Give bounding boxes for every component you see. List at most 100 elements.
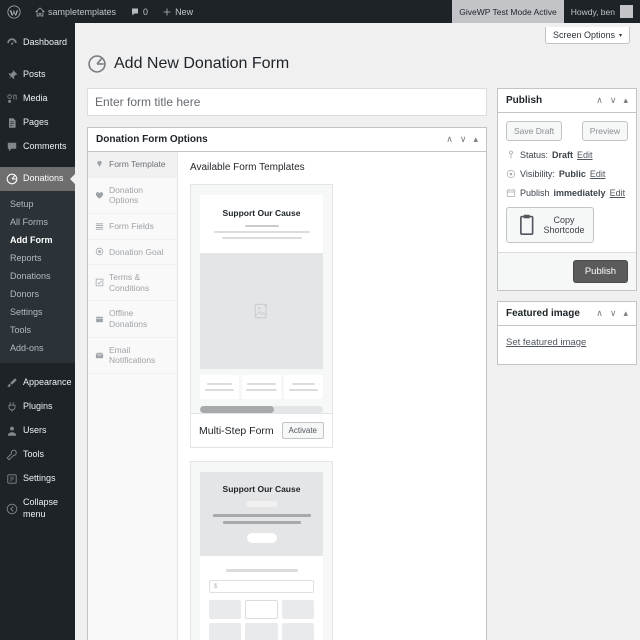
form-title-input[interactable] [87, 88, 487, 116]
featured-image-box: Featured image ∧ ∨ ▴ Set featured image [497, 300, 637, 365]
edit-publish-date-link[interactable]: Edit [610, 188, 626, 198]
test-mode-badge[interactable]: GiveWP Test Mode Active [452, 0, 564, 23]
preview-image-placeholder [200, 253, 323, 369]
tab-email-notifications[interactable]: Email Notifications [88, 338, 177, 374]
tab-donation-goal[interactable]: Donation Goal [88, 240, 177, 266]
preview-bar [244, 225, 279, 227]
tab-terms-conditions[interactable]: Terms & Conditions [88, 265, 177, 302]
submenu-item-tools[interactable]: Tools [0, 321, 75, 339]
sidebar-item-donations[interactable]: Donations [0, 167, 75, 191]
preview-progress-fill [200, 406, 274, 413]
page-header: Add New Donation Form [87, 48, 630, 88]
publish-box-body: Save Draft Preview Status: Draft Edit Vi… [498, 113, 636, 252]
move-down-icon[interactable]: ∨ [610, 308, 617, 318]
status-label: Status: [520, 150, 549, 160]
screen-options-label: Screen Options [552, 30, 615, 40]
sidebar-label: Comments [23, 141, 67, 152]
move-up-icon[interactable]: ∧ [596, 96, 603, 105]
wp-logo-menu[interactable] [0, 0, 28, 23]
toggle-panel-icon[interactable]: ▴ [623, 96, 628, 105]
dashboard-icon [7, 38, 17, 45]
form-options-tabs: Form Template Donation Options Form Fiel… [88, 152, 178, 640]
submenu-item-add-ons[interactable]: Add-ons [0, 339, 75, 357]
preview-bar [207, 383, 232, 385]
sidebar-item-media[interactable]: Media [0, 87, 75, 111]
template-card-multi-step[interactable]: Support Our Cause Multi-Step Form Activa… [190, 184, 333, 448]
sidebar-item-tools[interactable]: Tools [0, 443, 75, 467]
sidebar-label: Donations [23, 173, 64, 184]
form-templates-panel: Available Form Templates Support Our Cau… [178, 152, 486, 640]
set-featured-image-link[interactable]: Set featured image [506, 337, 586, 348]
submenu-item-settings[interactable]: Settings [0, 303, 75, 321]
sidebar-item-settings[interactable]: Settings [0, 467, 75, 491]
sidebar-item-dashboard[interactable]: Dashboard [0, 31, 75, 55]
move-down-icon[interactable]: ∨ [460, 135, 467, 144]
move-up-icon[interactable]: ∧ [446, 135, 453, 144]
template-card-classic[interactable]: Support Our Cause $ [190, 461, 333, 640]
publish-button[interactable]: Publish [572, 259, 628, 283]
featured-image-body: Set featured image [498, 326, 636, 364]
save-draft-button[interactable]: Save Draft [506, 121, 563, 141]
move-down-icon[interactable]: ∨ [610, 96, 617, 105]
publish-date-value: immediately [553, 188, 606, 198]
sidebar-item-collapse-menu[interactable]: Collapse menu [0, 491, 75, 526]
settings-icon [7, 474, 17, 484]
activate-button[interactable]: Activate [281, 422, 324, 439]
preview-button[interactable]: Preview [581, 121, 628, 141]
edit-status-link[interactable]: Edit [577, 150, 593, 160]
howdy-label: Howdy, ben [570, 6, 615, 17]
toggle-panel-icon[interactable]: ▴ [473, 135, 478, 144]
email-icon [95, 352, 104, 358]
submenu-item-all-forms[interactable]: All Forms [0, 213, 75, 231]
side-column: Publish ∧ ∨ ▴ Save Draft Preview Status:… [497, 88, 637, 375]
edit-visibility-link[interactable]: Edit [590, 169, 606, 179]
sidebar-item-pages[interactable]: Pages [0, 111, 75, 135]
my-account-menu[interactable]: Howdy, ben [564, 0, 640, 23]
new-content-menu[interactable]: New [155, 0, 200, 23]
tab-offline-donations[interactable]: Offline Donations [88, 301, 177, 338]
featured-image-title: Featured image [506, 307, 580, 319]
tools-icon [6, 449, 17, 461]
tab-form-fields[interactable]: Form Fields [88, 214, 177, 240]
tab-label: Offline Donations [109, 308, 148, 329]
submenu-item-donors[interactable]: Donors [0, 285, 75, 303]
preview-column [284, 375, 323, 399]
preview-column [200, 375, 239, 399]
preview-columns [200, 369, 323, 399]
tab-form-template[interactable]: Form Template [88, 152, 177, 178]
site-name-menu[interactable]: sampletemplates [28, 0, 123, 23]
post-body-columns: Donation Form Options ∧ ∨ ▴ [87, 88, 637, 640]
preview-bar [213, 231, 310, 233]
screen-options-button[interactable]: Screen Options ▾ [544, 27, 630, 44]
copy-shortcode-button[interactable]: Copy Shortcode [506, 207, 594, 243]
submenu-item-donations[interactable]: Donations [0, 267, 75, 285]
preview-pill [245, 501, 278, 507]
image-placeholder-icon [254, 303, 268, 319]
checkbox-icon [95, 279, 104, 287]
users-icon [7, 426, 17, 436]
preview-bar [289, 389, 318, 391]
move-up-icon[interactable]: ∧ [596, 308, 603, 318]
admin-bar: sampletemplates 0 New GiveWP Test Mode A… [0, 0, 640, 23]
template-name: Multi-Step Form [199, 424, 274, 437]
visibility-value: Public [558, 169, 586, 179]
preview-amount-cell [209, 623, 242, 640]
preview-bar [245, 389, 278, 391]
toggle-panel-icon[interactable]: ▴ [623, 308, 628, 318]
sidebar-item-appearance[interactable]: Appearance [0, 371, 75, 395]
sidebar-item-plugins[interactable]: Plugins [0, 395, 75, 419]
comments-menu[interactable]: 0 [123, 0, 155, 23]
sidebar-item-comments[interactable]: Comments [0, 135, 75, 159]
sidebar-item-users[interactable]: Users [0, 419, 75, 443]
submenu-item-setup[interactable]: Setup [0, 195, 75, 213]
available-templates-title: Available Form Templates [190, 162, 305, 173]
tab-donation-options[interactable]: Donation Options [88, 178, 177, 214]
publish-date-row: Publish immediately Edit [506, 188, 628, 198]
sidebar-item-posts[interactable]: Posts [0, 63, 75, 87]
preview-amount-cell [281, 600, 314, 619]
panel-handle-actions: ∧ ∨ ▴ [446, 135, 478, 144]
page-icon [9, 118, 16, 128]
submenu-item-reports[interactable]: Reports [0, 249, 75, 267]
submenu-item-add-form[interactable]: Add Form [0, 231, 75, 249]
givewp-icon [88, 55, 106, 73]
